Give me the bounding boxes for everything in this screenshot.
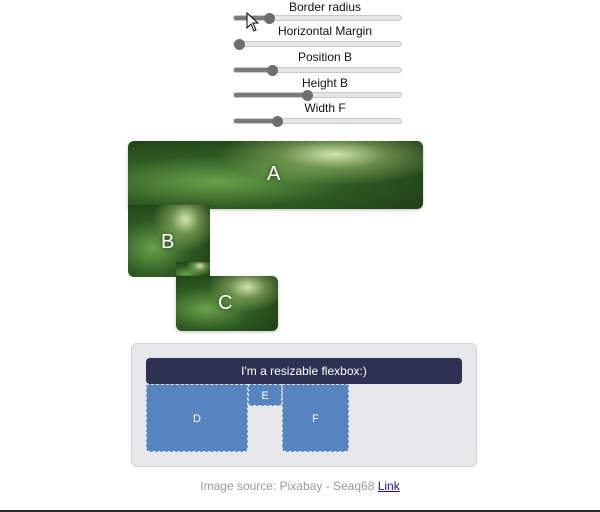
tile-c-label: C	[218, 292, 233, 314]
credit-text: Image source: Pixabay - Seaq68	[200, 479, 375, 493]
image-collage: A B C	[0, 0, 600, 340]
flex-box-f[interactable]: F	[282, 384, 349, 452]
flexbox-banner: I'm a resizable flexbox:)	[146, 358, 462, 384]
tile-a: A	[128, 141, 423, 209]
credit-link[interactable]: Link	[378, 479, 400, 493]
flex-box-d[interactable]: D	[146, 384, 248, 452]
tile-c: C	[176, 276, 278, 331]
tile-a-label: A	[267, 163, 281, 185]
flex-box-e[interactable]: E	[248, 384, 282, 406]
image-credit: Image source: Pixabay - Seaq68 Link	[0, 479, 600, 493]
flex-gap	[248, 406, 282, 452]
tile-b-label: B	[161, 231, 175, 253]
